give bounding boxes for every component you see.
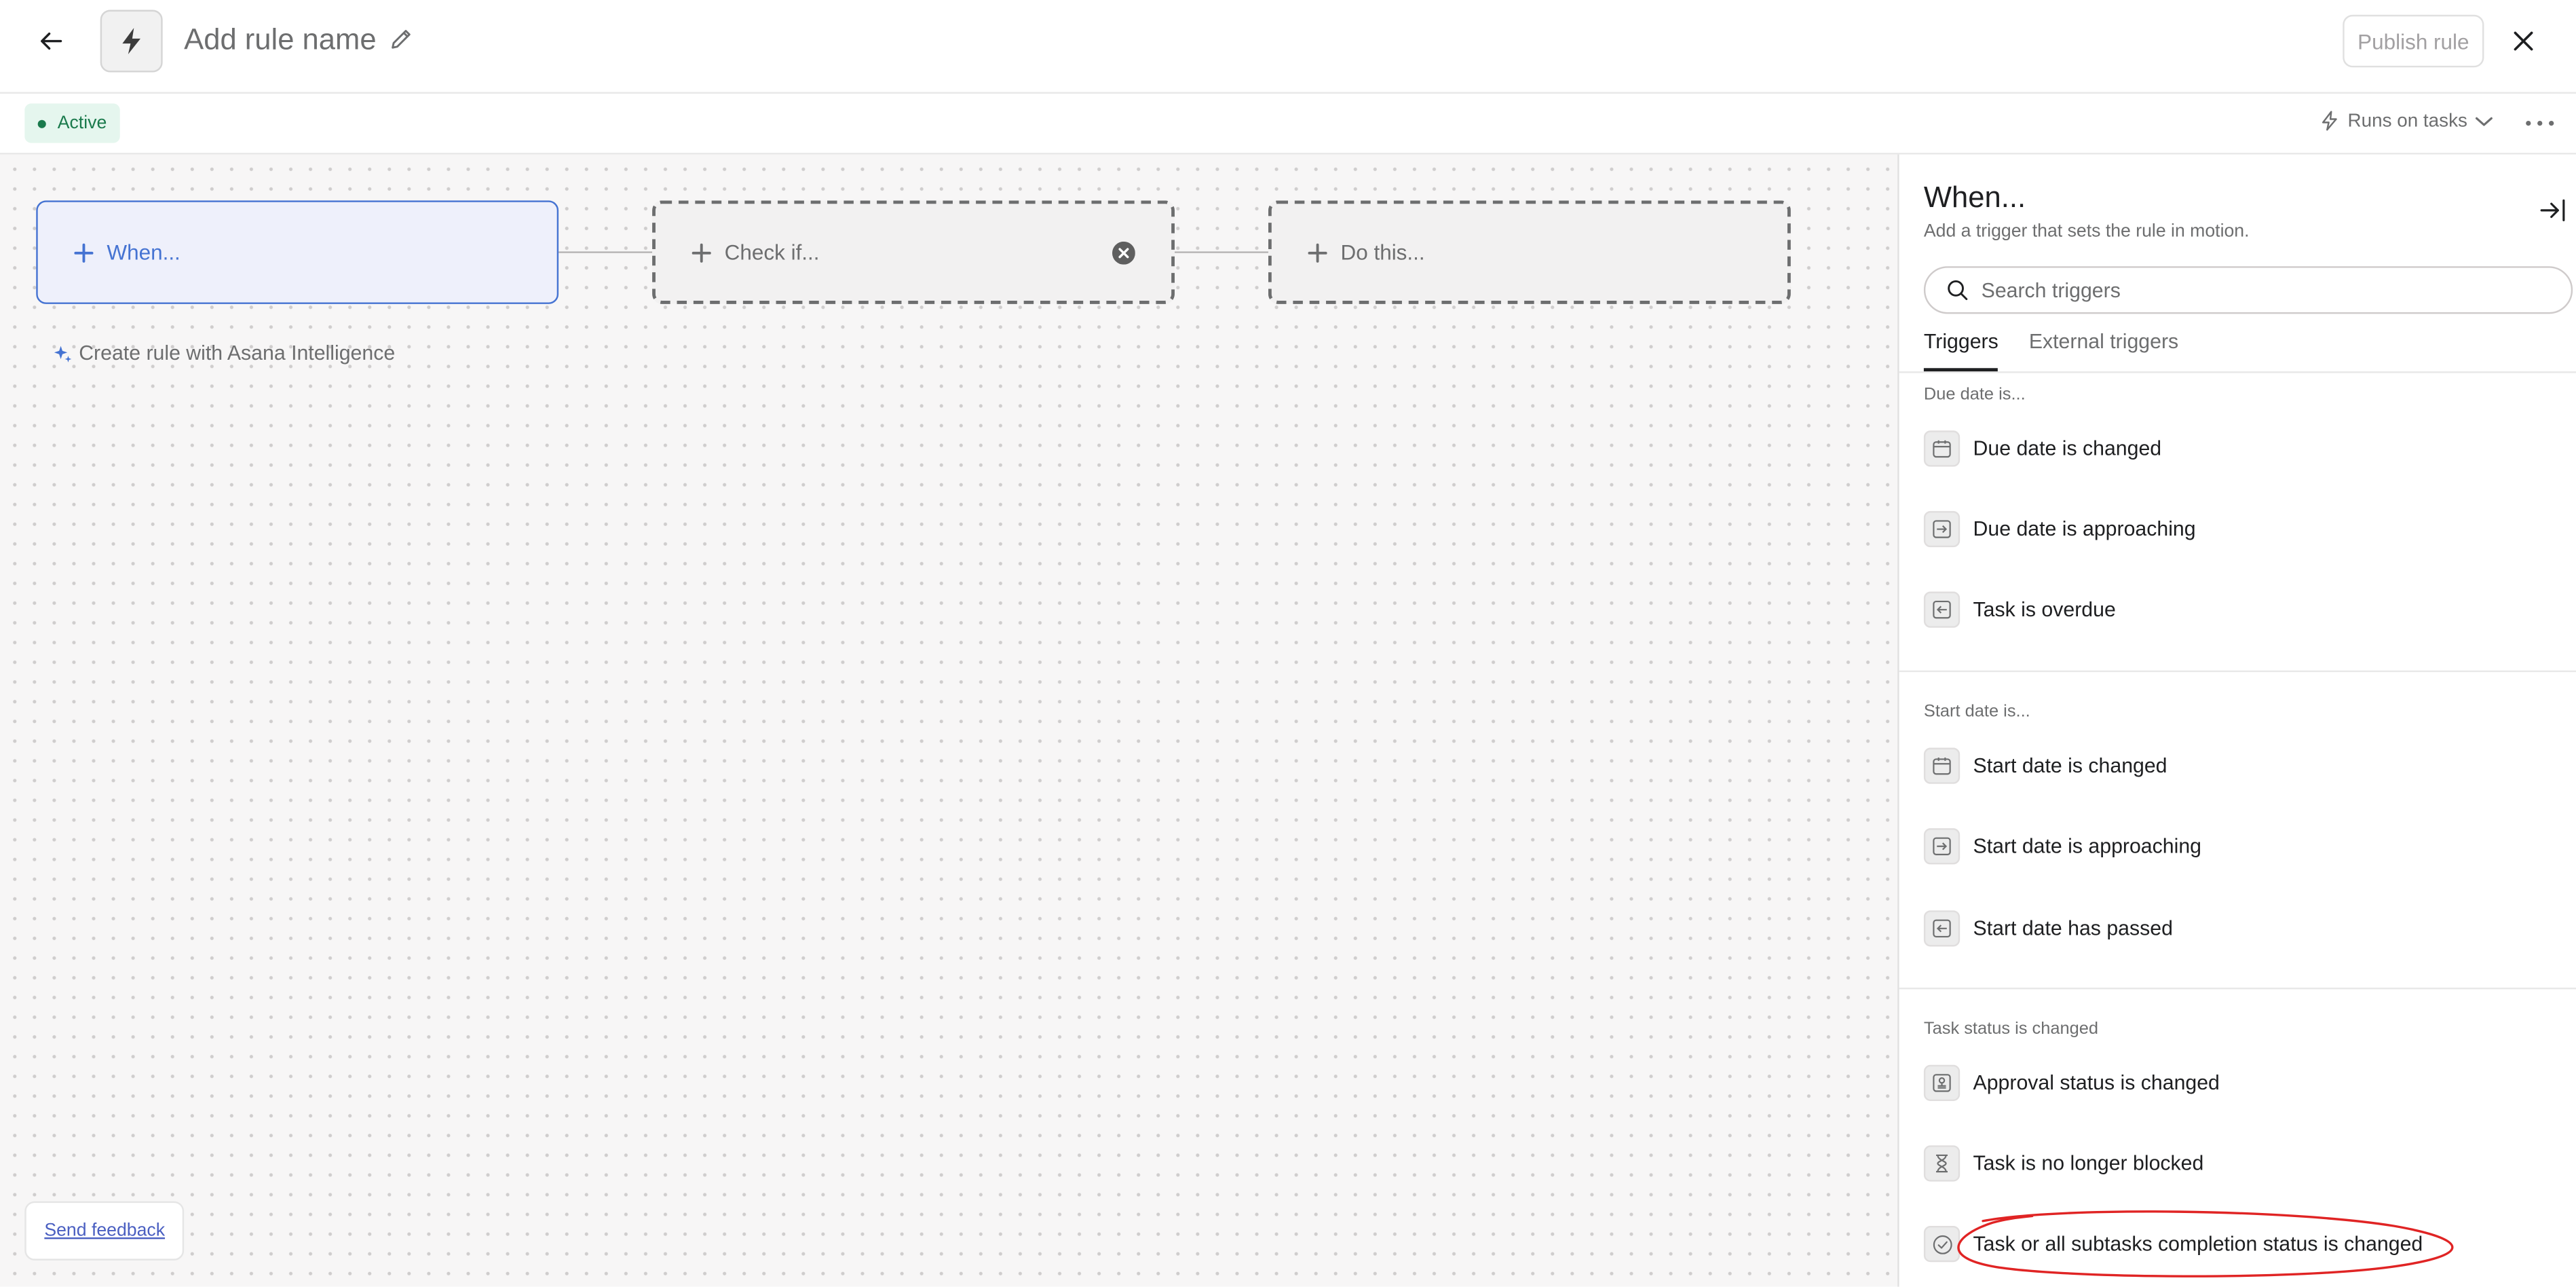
- panel-subtitle: Add a trigger that sets the rule in moti…: [1923, 221, 2250, 242]
- calendar-icon: [1923, 747, 1961, 784]
- trigger-no-longer-blocked[interactable]: Task is no longer blocked: [1923, 1142, 2548, 1185]
- trigger-start-date-changed[interactable]: Start date is changed: [1923, 745, 2548, 787]
- trigger-approval-status-changed[interactable]: Approval status is changed: [1923, 1062, 2548, 1104]
- lightning-outline-icon: [2319, 110, 2339, 131]
- trigger-label: Start date is changed: [1973, 754, 2167, 778]
- section-label-due-date: Due date is...: [1923, 384, 2026, 405]
- pencil-icon[interactable]: [387, 26, 414, 53]
- check-if-node[interactable]: Check if...: [652, 200, 1175, 304]
- panel-title: When...: [1923, 181, 2026, 214]
- rule-name-field[interactable]: Add rule name: [184, 23, 376, 58]
- trigger-label: Task is overdue: [1973, 598, 2116, 622]
- connector-line: [1174, 251, 1268, 253]
- arrow-out-icon: [1923, 910, 1961, 947]
- search-icon: [1947, 280, 1968, 301]
- hourglass-icon: [1923, 1145, 1961, 1182]
- collapse-panel-icon[interactable]: [2538, 195, 2568, 225]
- search-field[interactable]: [1923, 266, 2573, 314]
- close-icon[interactable]: [2503, 21, 2543, 60]
- publish-rule-button[interactable]: Publish rule: [2343, 14, 2484, 68]
- trigger-due-date-changed[interactable]: Due date is changed: [1923, 427, 2548, 470]
- trigger-completion-status-changed[interactable]: Task or all subtasks completion status i…: [1923, 1223, 2548, 1265]
- when-node-label: When...: [107, 240, 181, 265]
- top-bar: Add rule name Publish rule: [0, 0, 2576, 94]
- arrow-in-icon: [1923, 828, 1961, 865]
- arrow-out-icon: [1923, 591, 1961, 628]
- sparkle-icon: [54, 344, 73, 362]
- trigger-label: Due date is approaching: [1973, 517, 2196, 541]
- check-circle-icon: [1923, 1226, 1961, 1263]
- trigger-start-date-passed[interactable]: Start date has passed: [1923, 907, 2548, 950]
- search-input[interactable]: [1981, 278, 2540, 302]
- chevron-down-icon: [2474, 114, 2494, 127]
- connector-line: [558, 251, 653, 253]
- section-divider: [1899, 670, 2576, 673]
- check-if-node-label: Check if...: [724, 240, 820, 265]
- do-this-node[interactable]: Do this...: [1268, 200, 1791, 304]
- section-label-start-date: Start date is...: [1923, 701, 2030, 722]
- section-label-task-status: Task status is changed: [1923, 1018, 2099, 1039]
- trigger-label: Due date is changed: [1973, 436, 2162, 460]
- trigger-panel: When... Add a trigger that sets the rule…: [1897, 154, 2576, 1287]
- create-with-ai-label: Create rule with Asana Intelligence: [79, 341, 396, 365]
- status-badge: Active: [24, 103, 120, 143]
- plus-icon: [1308, 242, 1327, 262]
- lightning-icon: [100, 10, 163, 73]
- remove-circle-icon[interactable]: [1112, 241, 1135, 265]
- trigger-label: Approval status is changed: [1973, 1071, 2220, 1095]
- status-label: Active: [57, 113, 107, 134]
- when-node[interactable]: When...: [36, 200, 559, 304]
- section-divider: [1899, 987, 2576, 990]
- trigger-start-date-approaching[interactable]: Start date is approaching: [1923, 825, 2548, 868]
- trigger-label: Start date has passed: [1973, 916, 2173, 940]
- trigger-label: Task or all subtasks completion status i…: [1973, 1232, 2423, 1256]
- send-feedback-link[interactable]: Send feedback: [24, 1201, 185, 1261]
- trigger-due-date-approaching[interactable]: Due date is approaching: [1923, 508, 2548, 551]
- do-this-node-label: Do this...: [1340, 240, 1425, 265]
- stamp-icon: [1923, 1064, 1961, 1102]
- runs-on-dropdown[interactable]: Runs on tasks: [2319, 110, 2493, 131]
- back-arrow-icon[interactable]: [30, 20, 73, 62]
- trigger-task-overdue[interactable]: Task is overdue: [1923, 589, 2548, 631]
- calendar-icon: [1923, 430, 1961, 467]
- arrow-in-icon: [1923, 510, 1961, 548]
- rule-canvas: When... Check if... Do this... Create ru…: [0, 154, 1898, 1287]
- create-with-ai-link[interactable]: Create rule with Asana Intelligence: [54, 342, 395, 365]
- rule-toolbar: Active Runs on tasks: [0, 93, 2576, 155]
- runs-on-label: Runs on tasks: [2347, 111, 2467, 131]
- trigger-tabs: Triggers External triggers: [1899, 325, 2576, 373]
- more-options-icon[interactable]: [2518, 107, 2561, 139]
- trigger-label: Start date is approaching: [1973, 834, 2201, 858]
- tab-external-triggers[interactable]: External triggers: [2029, 331, 2178, 369]
- trigger-label: Task is no longer blocked: [1973, 1152, 2204, 1175]
- status-dot-icon: [37, 119, 46, 128]
- tab-triggers[interactable]: Triggers: [1923, 331, 1999, 372]
- plus-icon: [74, 242, 94, 262]
- plus-icon: [692, 242, 711, 262]
